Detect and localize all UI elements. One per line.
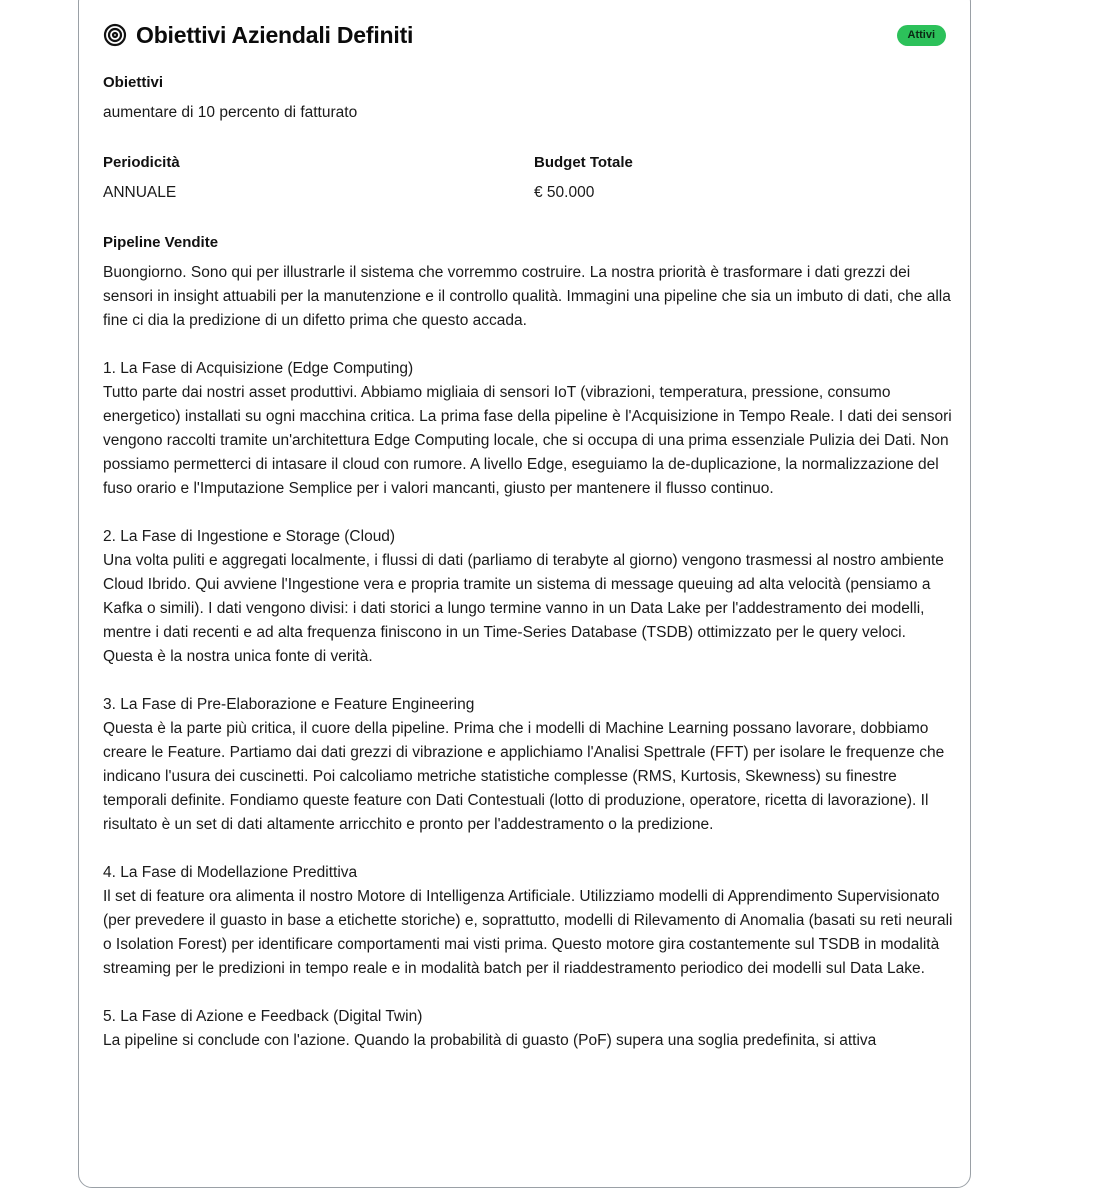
periodicity-value: ANNUALE (103, 184, 177, 201)
budget-label: Budget Totale (534, 154, 633, 171)
pipeline-section: Pipeline Vendite Buongiorno. Sono qui pe… (103, 233, 953, 1053)
card-title: Obiettivi Aziendali Definiti (136, 21, 414, 48)
card-header: Obiettivi Aziendali Definiti Attivi (103, 19, 946, 51)
target-icon (103, 23, 127, 47)
pipeline-text: Buongiorno. Sono qui per illustrarle il … (103, 264, 953, 1049)
objectives-card: Obiettivi Aziendali Definiti Attivi Obie… (78, 0, 971, 1188)
status-badge: Attivi (896, 24, 946, 46)
budget-value: € 50.000 (534, 184, 595, 201)
budget-section: Budget Totale € 50.000 (534, 153, 633, 205)
periodicity-section: Periodicità ANNUALE (103, 153, 180, 205)
objectives-section: Obiettivi aumentare di 10 percento di fa… (103, 73, 357, 125)
periodicity-label: Periodicità (103, 154, 180, 171)
objectives-label: Obiettivi (103, 74, 164, 91)
objectives-value: aumentare di 10 percento di fatturato (103, 104, 358, 121)
pipeline-label: Pipeline Vendite (103, 234, 219, 251)
